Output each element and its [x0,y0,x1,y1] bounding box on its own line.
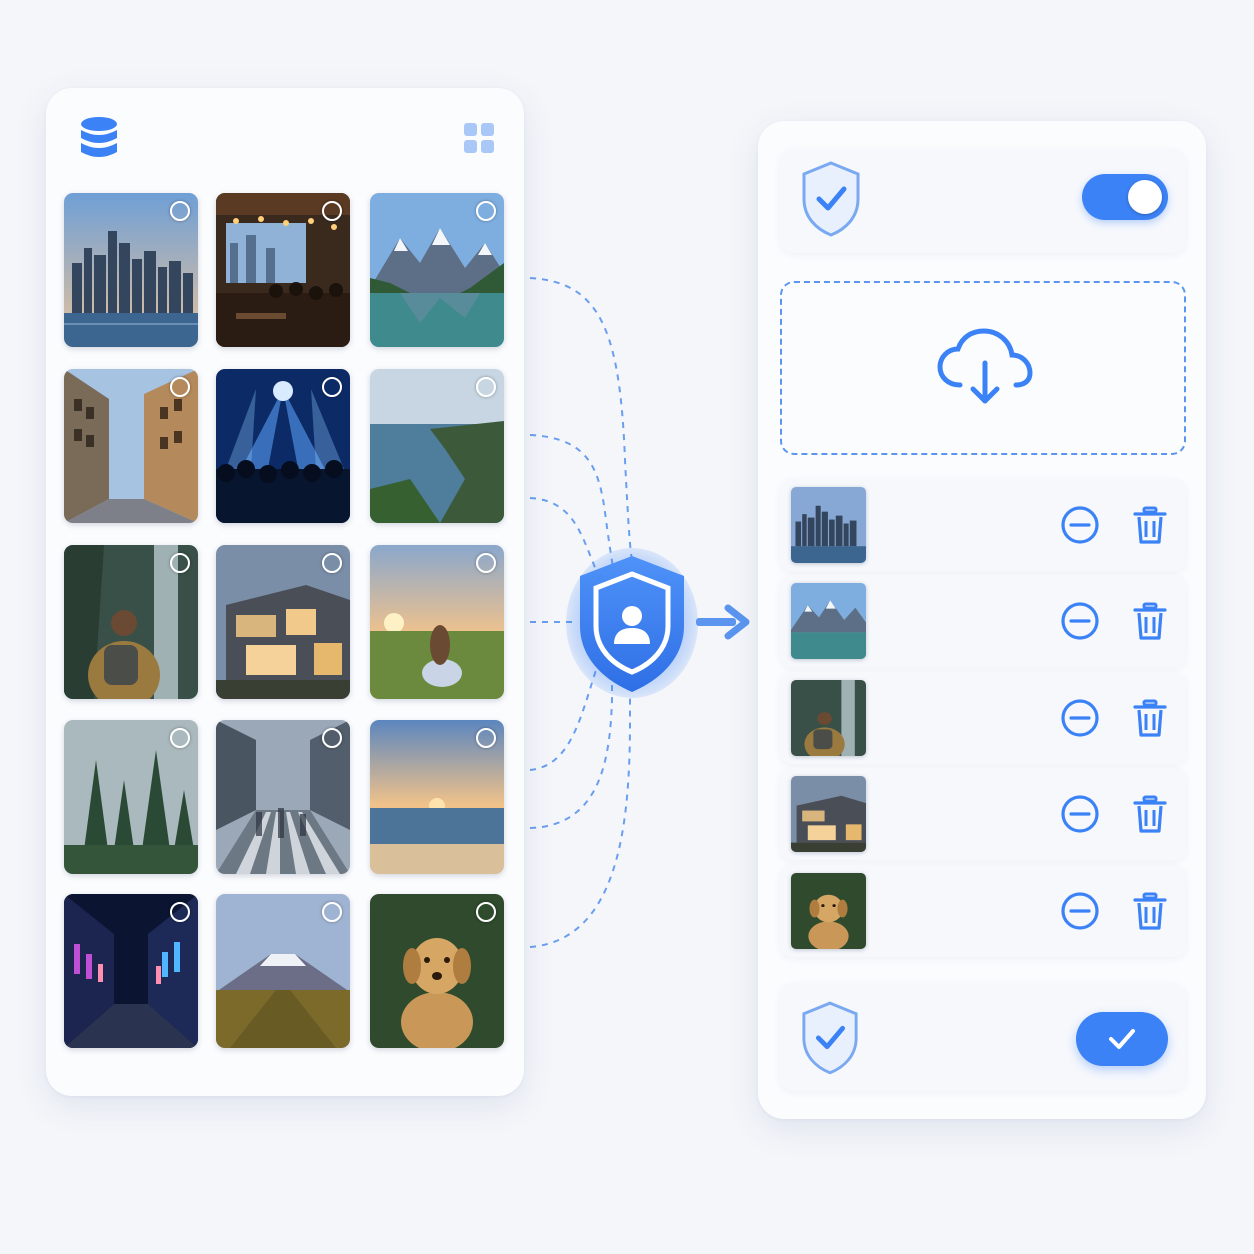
select-circle[interactable] [476,728,496,748]
shield-check-icon [800,159,862,237]
select-circle[interactable] [322,201,342,221]
queue-item [780,575,1186,667]
thumbnail-city-skyline[interactable] [64,193,198,347]
remove-icon[interactable] [1060,601,1100,641]
shield-check-icon [800,999,860,1075]
arrow-right-icon [696,602,754,642]
queue-item [780,865,1186,957]
queue-item [780,479,1186,571]
select-circle[interactable] [322,728,342,748]
database-icon[interactable] [78,116,120,162]
thumbnail-mountain-lake[interactable] [370,193,504,347]
thumbnail-modern-house[interactable] [216,545,350,699]
thumbnail-beach-sunset[interactable] [370,720,504,874]
queue-thumbnail-hiker-waterfall[interactable] [791,680,866,756]
select-circle[interactable] [476,377,496,397]
grid-view-icon[interactable] [463,122,495,154]
trash-icon[interactable] [1130,891,1170,931]
thumbnail-busy-crosswalk[interactable] [216,720,350,874]
remove-icon[interactable] [1060,794,1100,834]
select-circle[interactable] [170,728,190,748]
photo-gallery-panel [46,88,524,1096]
privacy-toggle-switch[interactable] [1082,174,1168,220]
select-circle[interactable] [322,902,342,922]
queue-thumbnail-mountain-lake[interactable] [791,583,866,659]
thumbnail-golden-retriever[interactable] [370,894,504,1048]
select-circle[interactable] [476,553,496,573]
confirm-button[interactable] [1076,1012,1168,1066]
trash-icon[interactable] [1130,505,1170,545]
remove-icon[interactable] [1060,505,1100,545]
queue-item [780,768,1186,860]
select-circle[interactable] [322,377,342,397]
shield-user-icon[interactable] [566,548,698,698]
privacy-shield-hub [566,548,698,698]
queue-thumbnail-city-skyline[interactable] [791,487,866,563]
connector-line [529,277,633,561]
trash-icon[interactable] [1130,794,1170,834]
trash-icon[interactable] [1130,698,1170,738]
thumbnail-sea-cliffs[interactable] [370,369,504,523]
thumbnail-concert-crowd[interactable] [216,369,350,523]
upload-side-panel [758,121,1206,1119]
queue-thumbnail-golden-retriever[interactable] [791,873,866,949]
queue-item [780,672,1186,764]
thumbnail-neon-street-night[interactable] [64,894,198,1048]
thumbnail-grid [64,193,506,1048]
thumbnail-misty-forest[interactable] [64,720,198,874]
select-circle[interactable] [170,201,190,221]
connector-line [529,680,613,829]
remove-icon[interactable] [1060,698,1100,738]
thumbnail-woman-in-meadow[interactable] [370,545,504,699]
select-circle[interactable] [170,553,190,573]
checkmark-icon [1109,1029,1135,1049]
select-circle[interactable] [170,902,190,922]
thumbnail-volcano-mountain[interactable] [216,894,350,1048]
select-circle[interactable] [170,377,190,397]
select-circle[interactable] [476,902,496,922]
connector-line [529,695,631,948]
thumbnail-hiker-waterfall[interactable] [64,545,198,699]
thumbnail-old-town-street[interactable] [64,369,198,523]
cloud-download-icon [936,327,1034,407]
select-circle[interactable] [322,553,342,573]
queue-thumbnail-modern-house[interactable] [791,776,866,852]
thumbnail-restaurant-interior[interactable] [216,193,350,347]
toggle-knob [1128,180,1162,214]
trash-icon[interactable] [1130,601,1170,641]
remove-icon[interactable] [1060,891,1100,931]
select-circle[interactable] [476,201,496,221]
upload-dropzone[interactable] [780,281,1186,455]
